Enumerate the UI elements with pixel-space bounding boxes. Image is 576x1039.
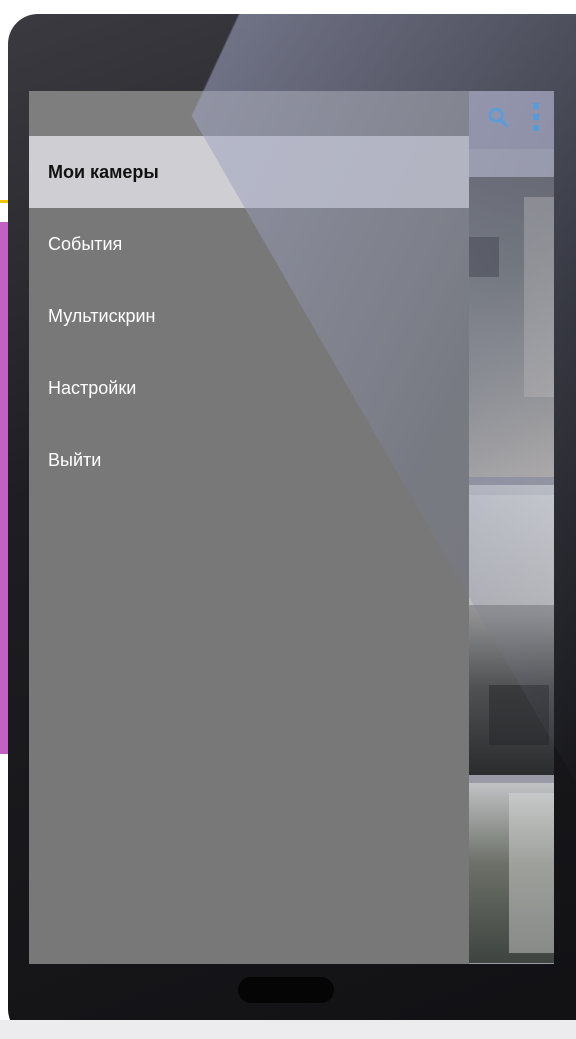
phone-frame: Мои камеры События Мультискрин Настройки… <box>8 14 576 1039</box>
camera-list <box>469 177 554 963</box>
camera-image-detail <box>509 793 554 953</box>
drawer-header <box>29 91 469 136</box>
camera-image-detail <box>489 685 549 745</box>
drawer-item-settings[interactable]: Настройки <box>29 352 469 424</box>
drawer-item-label: Мои камеры <box>48 161 159 182</box>
drawer-item-events[interactable]: События <box>29 208 469 280</box>
toolbar-actions <box>486 101 548 133</box>
drawer-item-multiscreen[interactable]: Мультискрин <box>29 280 469 352</box>
camera-image-detail <box>469 495 554 605</box>
camera-image-detail <box>524 197 554 397</box>
bottom-strip <box>0 1020 576 1039</box>
navigation-drawer: Мои камеры События Мультискрин Настройки… <box>29 91 469 964</box>
camera-image-detail <box>469 237 499 277</box>
camera-thumbnail[interactable] <box>469 485 554 775</box>
drawer-item-label: События <box>48 233 123 254</box>
drawer-item-label: Мультискрин <box>48 305 156 326</box>
stage: Мои камеры События Мультискрин Настройки… <box>0 0 576 1039</box>
phone-screen: Мои камеры События Мультискрин Настройки… <box>29 91 554 964</box>
drawer-item-label: Настройки <box>48 377 137 398</box>
drawer-menu: Мои камеры События Мультискрин Настройки… <box>29 136 469 496</box>
drawer-item-my-cameras[interactable]: Мои камеры <box>29 136 469 208</box>
camera-thumbnail[interactable] <box>469 783 554 963</box>
drawer-item-label: Выйти <box>48 449 102 470</box>
drawer-item-logout[interactable]: Выйти <box>29 424 469 496</box>
camera-thumbnail[interactable] <box>469 177 554 477</box>
more-vert-icon[interactable] <box>524 101 548 133</box>
search-icon[interactable] <box>486 101 510 133</box>
home-button[interactable] <box>238 977 334 1003</box>
